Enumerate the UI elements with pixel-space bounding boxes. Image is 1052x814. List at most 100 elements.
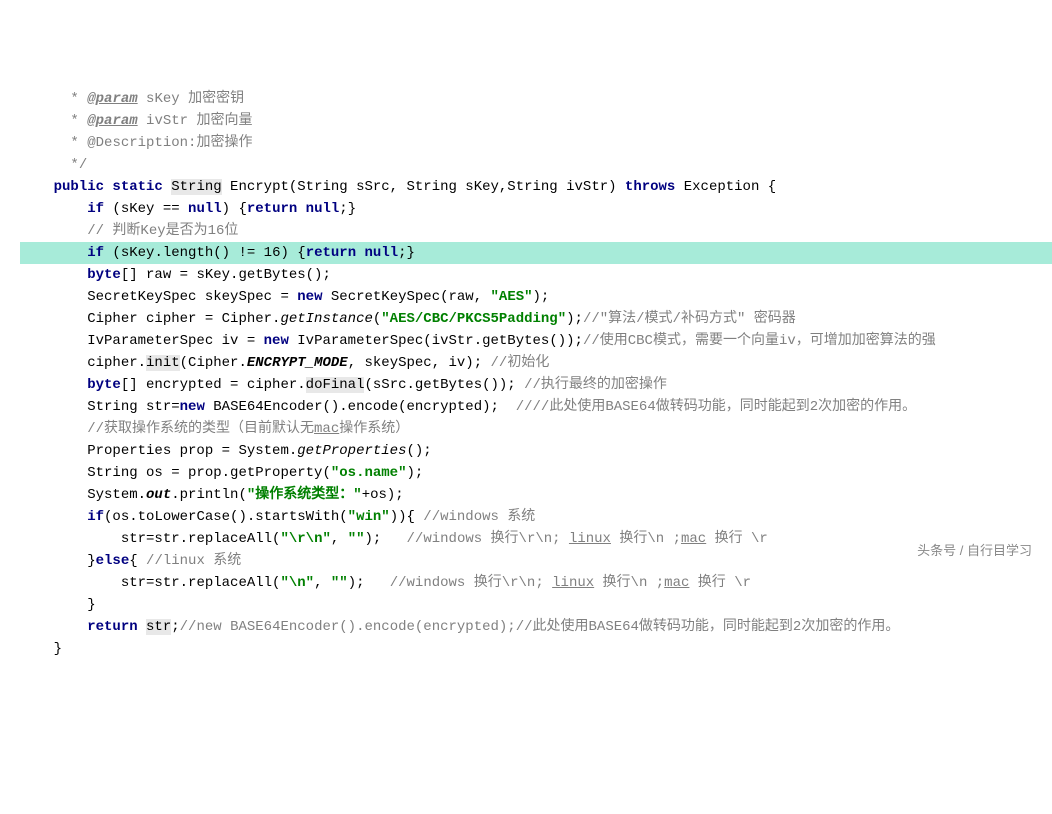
code-token: //windows 换行\r\n; xyxy=(407,531,569,547)
code-token: Properties prop = System. xyxy=(87,443,297,459)
code-token: @Description: xyxy=(87,135,196,151)
code-token: if xyxy=(87,201,104,217)
code-token: String os = prop.getProperty( xyxy=(87,465,331,481)
code-token: [] encrypted = cipher. xyxy=(121,377,306,393)
code-token: sKey 加密密钥 xyxy=(138,91,244,107)
code-token: (); xyxy=(406,443,431,459)
code-token: * xyxy=(62,91,87,107)
code-token: else xyxy=(96,553,130,569)
code-line[interactable]: IvParameterSpec iv = new IvParameterSpec… xyxy=(20,330,1052,352)
code-token: linux xyxy=(552,575,594,591)
code-line[interactable]: */ xyxy=(20,154,1052,176)
code-token: Cipher cipher = Cipher. xyxy=(87,311,280,327)
code-token: str=str.replaceAll( xyxy=(121,575,281,591)
code-token: init xyxy=(146,355,180,371)
code-token: } xyxy=(87,553,95,569)
code-line[interactable]: * @param ivStr 加密向量 xyxy=(20,110,1052,132)
code-line[interactable]: * @Description:加密操作 xyxy=(20,132,1052,154)
code-token: if xyxy=(87,245,104,261)
code-token: return null xyxy=(306,245,398,261)
code-token: @param xyxy=(87,91,137,107)
code-line[interactable]: String str=new BASE64Encoder().encode(en… xyxy=(20,396,1052,418)
code-token: str=str.replaceAll( xyxy=(121,531,281,547)
code-token: , xyxy=(331,531,348,547)
code-line[interactable]: //获取操作系统的类型（目前默认无mac操作系统） xyxy=(20,418,1052,440)
code-line[interactable]: // 判断Key是否为16位 xyxy=(20,220,1052,242)
code-token: } xyxy=(87,597,95,613)
code-line[interactable]: } xyxy=(20,594,1052,616)
code-token: throws xyxy=(625,179,675,195)
code-token: String xyxy=(171,179,221,195)
code-token: byte xyxy=(87,267,121,283)
code-token: SecretKeySpec skeySpec = xyxy=(87,289,297,305)
code-token: BASE64Encoder().encode(encrypted); xyxy=(205,399,516,415)
code-line[interactable]: byte[] raw = sKey.getBytes(); xyxy=(20,264,1052,286)
code-token: new xyxy=(297,289,322,305)
code-line[interactable]: public static String Encrypt(String sSrc… xyxy=(20,176,1052,198)
code-line[interactable]: }else{ //linux 系统 xyxy=(20,550,1052,572)
code-token: //windows 系统 xyxy=(423,509,535,525)
code-token: if xyxy=(87,509,104,525)
code-token: String str= xyxy=(87,399,179,415)
code-editor[interactable]: * @param sKey 加密密钥 * @param ivStr 加密向量 *… xyxy=(0,88,1052,660)
code-token: ) { xyxy=(280,245,305,261)
code-line[interactable]: System.out.println("操作系统类型："+os); xyxy=(20,484,1052,506)
code-token: null xyxy=(188,201,222,217)
code-token: getProperties xyxy=(297,443,406,459)
code-token: } xyxy=(54,641,62,657)
code-token: mac xyxy=(681,531,706,547)
code-line[interactable]: if(os.toLowerCase().startsWith("win")){ … xyxy=(20,506,1052,528)
code-token: return xyxy=(87,619,146,635)
code-token: //初始化 xyxy=(491,355,550,371)
code-token: mac xyxy=(664,575,689,591)
code-line[interactable]: * @param sKey 加密密钥 xyxy=(20,88,1052,110)
code-line[interactable]: Properties prop = System.getProperties()… xyxy=(20,440,1052,462)
code-line[interactable]: byte[] encrypted = cipher.doFinal(sSrc.g… xyxy=(20,374,1052,396)
code-token: //new BASE64Encoder().encode(encrypted);… xyxy=(180,619,900,635)
code-token: )){ xyxy=(390,509,424,525)
code-token: byte xyxy=(87,377,121,393)
code-token: "os.name" xyxy=(331,465,407,481)
code-token: * xyxy=(62,135,87,151)
code-token: new xyxy=(264,333,289,349)
code-token: 加密操作 xyxy=(196,135,252,151)
code-token: (Cipher. xyxy=(180,355,247,371)
code-token: linux xyxy=(569,531,611,547)
code-line[interactable]: if (sKey == null) {return null;} xyxy=(20,198,1052,220)
code-line[interactable]: str=str.replaceAll("\n", ""); //windows … xyxy=(20,572,1052,594)
code-line[interactable]: if (sKey.length() != 16) {return null;} xyxy=(20,242,1052,264)
code-token: "" xyxy=(348,531,365,547)
code-token: doFinal xyxy=(306,377,365,393)
code-line[interactable]: str=str.replaceAll("\r\n", ""); //window… xyxy=(20,528,1052,550)
code-token: +os); xyxy=(362,487,404,503)
code-token: 换行\n ; xyxy=(611,531,681,547)
code-token: return null xyxy=(247,201,339,217)
code-token: (os.toLowerCase().startsWith( xyxy=(104,509,348,525)
code-token: "操作系统类型：" xyxy=(247,487,362,503)
code-token: //linux 系统 xyxy=(146,553,241,569)
code-token: Exception { xyxy=(675,179,776,195)
code-line[interactable]: cipher.init(Cipher.ENCRYPT_MODE, skeySpe… xyxy=(20,352,1052,374)
code-line[interactable]: Cipher cipher = Cipher.getInstance("AES/… xyxy=(20,308,1052,330)
code-token: (sKey.length() != xyxy=(104,245,264,261)
code-token: IvParameterSpec iv = xyxy=(87,333,263,349)
code-token: ); xyxy=(365,531,407,547)
code-token: System. xyxy=(87,487,146,503)
code-line[interactable]: return str;//new BASE64Encoder().encode(… xyxy=(20,616,1052,638)
code-token: "AES" xyxy=(491,289,533,305)
code-token: @param xyxy=(87,113,137,129)
code-token: * xyxy=(62,113,87,129)
code-token: ENCRYPT_MODE xyxy=(247,355,348,371)
code-token: ////此处使用BASE64做转码功能，同时能起到2次加密的作用。 xyxy=(516,399,916,415)
code-token: ); xyxy=(348,575,390,591)
code-token: ;} xyxy=(398,245,415,261)
code-token: "" xyxy=(331,575,348,591)
code-token: 换行 \r xyxy=(706,531,768,547)
code-line[interactable]: String os = prop.getProperty("os.name"); xyxy=(20,462,1052,484)
code-token: ) { xyxy=(222,201,247,217)
code-token: out xyxy=(146,487,171,503)
code-token: 16 xyxy=(264,245,281,261)
code-token: ivStr 加密向量 xyxy=(138,113,253,129)
code-line[interactable]: } xyxy=(20,638,1052,660)
code-line[interactable]: SecretKeySpec skeySpec = new SecretKeySp… xyxy=(20,286,1052,308)
